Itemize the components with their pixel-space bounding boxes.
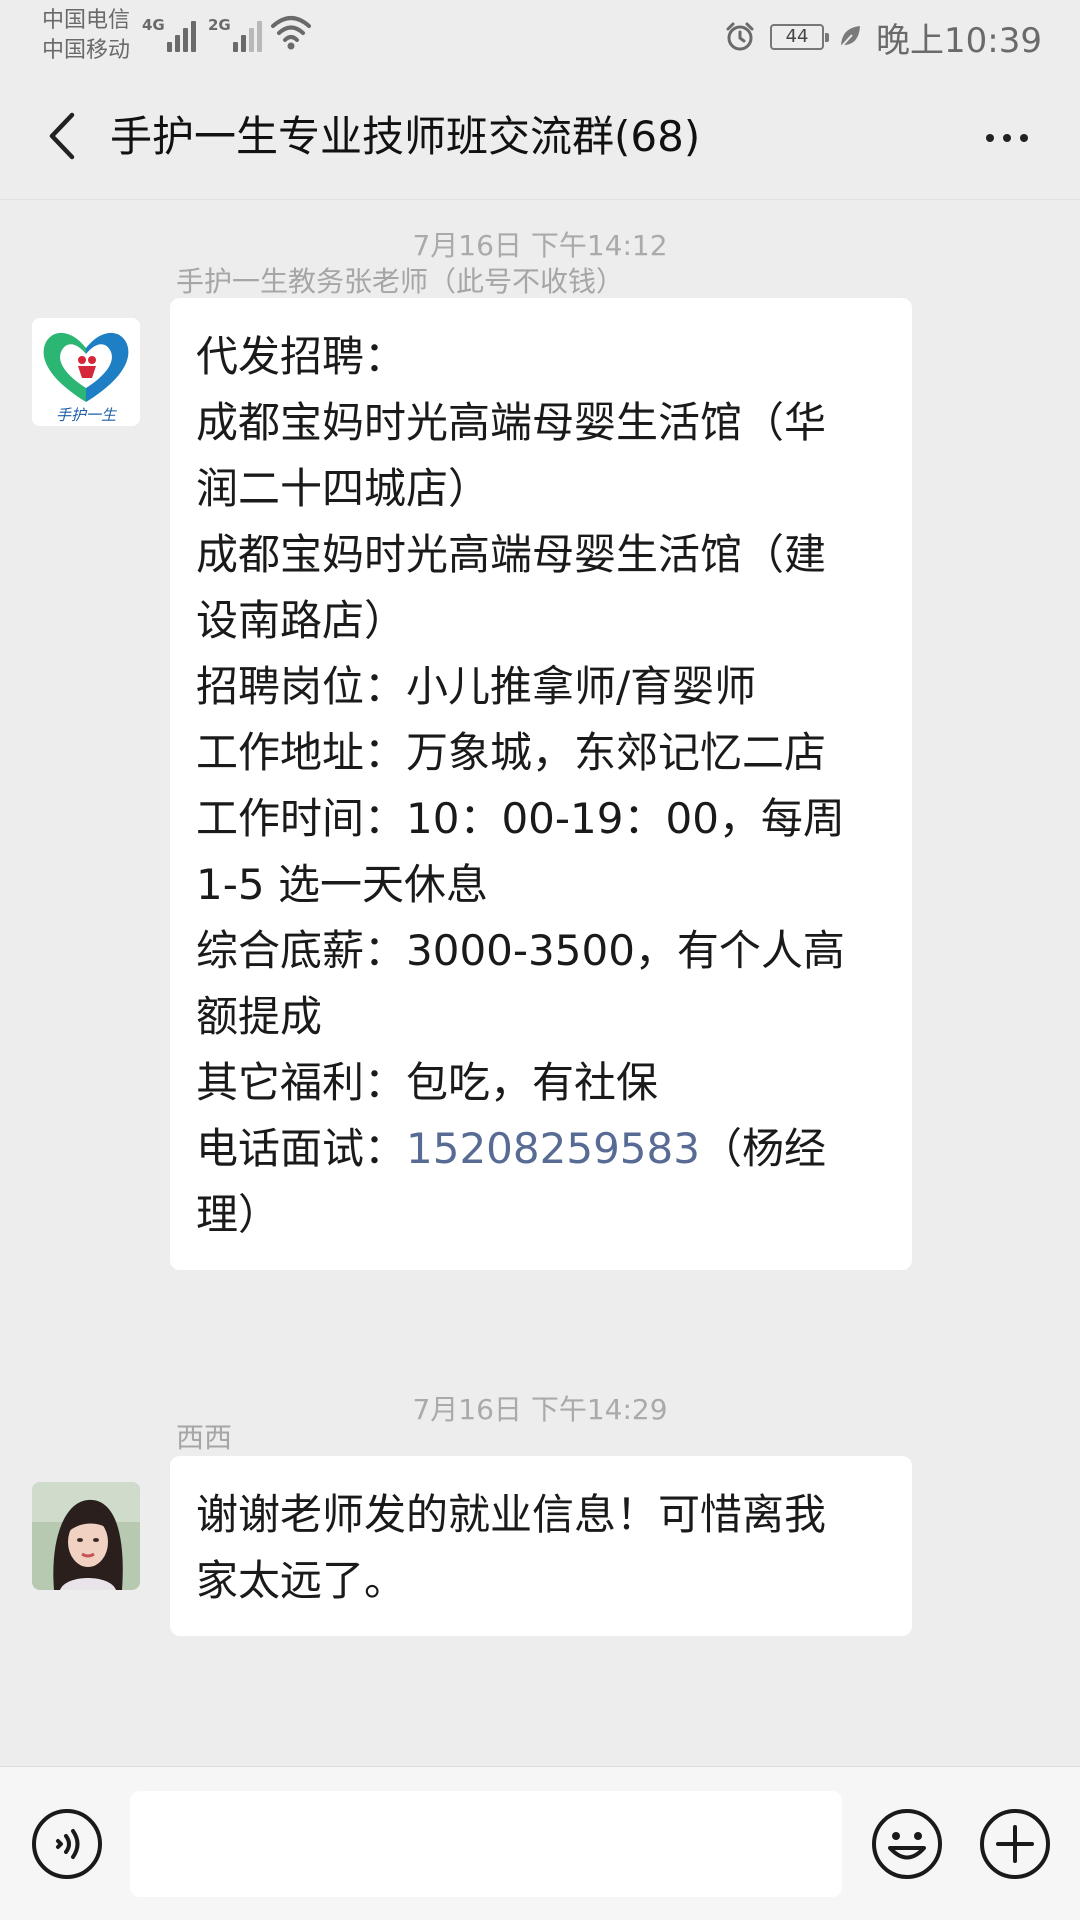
- logo-icon: 手护一生: [32, 318, 140, 426]
- message-line: 招聘岗位：小儿推拿师/育婴师: [196, 662, 757, 711]
- user-photo-icon: [32, 1482, 140, 1590]
- message-line: 成都宝妈时光高端母婴生活馆（建: [196, 530, 827, 579]
- message-line: 设南路店）: [196, 596, 407, 645]
- message-line: 成都宝妈时光高端母婴生活馆（华: [196, 398, 827, 447]
- message-timestamp: 7月16日 下午14:12: [412, 229, 668, 262]
- network-type-1: 4G: [142, 16, 165, 34]
- more-dot-icon: [1003, 134, 1011, 142]
- input-bar: [0, 1766, 1080, 1920]
- message-line: 谢谢老师发的就业信息！可惜离我: [196, 1490, 827, 1539]
- network-type-2: 2G: [208, 16, 231, 34]
- message-line: 润二十四城店）: [196, 464, 491, 513]
- status-bar: 中国电信 中国移动 4G 2G 44 晚上10:39: [0, 0, 1080, 76]
- carrier-2: 中国移动: [42, 38, 131, 63]
- back-button[interactable]: [30, 104, 94, 168]
- avatar[interactable]: [32, 1482, 140, 1590]
- sender-name: 西西: [176, 1421, 233, 1454]
- message-line: 额提成: [196, 992, 323, 1041]
- message-line: 工作时间：10：00-19：00，每周: [196, 794, 845, 843]
- message-line: 综合底薪：3000-3500，有个人高: [196, 926, 845, 975]
- clock: 晚上10:39: [876, 20, 1042, 61]
- carrier-info: 中国电信 中国移动: [42, 6, 130, 66]
- chat-header: 手护一生专业技师班交流群(68): [0, 76, 1080, 200]
- message-line: 理）: [196, 1190, 281, 1239]
- phone-label: 电话面试：: [196, 1124, 407, 1173]
- plus-icon: [980, 1809, 1050, 1879]
- signal-1-icon: 4G: [142, 16, 199, 52]
- avatar[interactable]: 手护一生: [32, 318, 140, 426]
- message-list[interactable]: 7月16日 下午14:12 手护一生 手护一生教务张老师（此号不收钱） 代发招聘…: [0, 200, 1080, 1766]
- message-line: 代发招聘：: [196, 332, 407, 381]
- more-dot-icon: [1020, 134, 1028, 142]
- message-line: 家太远了。: [196, 1556, 407, 1605]
- phone-line: 电话面试：15208259583（杨经: [196, 1116, 886, 1182]
- emoji-icon: [872, 1809, 942, 1879]
- sender-name: 手护一生教务张老师（此号不收钱）: [176, 265, 625, 298]
- logo-text: 手护一生: [56, 406, 117, 424]
- message-line: 其它福利：包吃，有社保: [196, 1058, 659, 1107]
- emoji-button[interactable]: [870, 1807, 944, 1881]
- voice-icon: [32, 1809, 102, 1879]
- message-timestamp: 7月16日 下午14:29: [412, 1393, 668, 1426]
- chevron-left-icon: [49, 112, 75, 160]
- signal-2-icon: 2G: [208, 16, 265, 52]
- chat-title: 手护一生专业技师班交流群(68): [110, 112, 701, 161]
- message-bubble[interactable]: 代发招聘： 成都宝妈时光高端母婴生活馆（华 润二十四城店） 成都宝妈时光高端母婴…: [170, 298, 912, 1270]
- phone-suffix: （杨经: [699, 1124, 826, 1173]
- leaf-icon: [840, 26, 861, 48]
- carrier-1: 中国电信: [42, 8, 131, 33]
- message-line: 1-5 选一天休息: [196, 860, 488, 909]
- wifi-icon: [271, 16, 311, 50]
- more-options-button[interactable]: [972, 110, 1042, 166]
- battery-icon: 44: [770, 24, 830, 50]
- message-line: 工作地址：万象城，东郊记忆二店: [196, 728, 827, 777]
- voice-button[interactable]: [30, 1807, 104, 1881]
- battery-level: 44: [785, 26, 809, 47]
- message-bubble[interactable]: 谢谢老师发的就业信息！可惜离我 家太远了。: [170, 1456, 912, 1636]
- phone-link[interactable]: 15208259583: [406, 1124, 700, 1173]
- message-input[interactable]: [130, 1791, 842, 1897]
- alarm-icon: [726, 22, 754, 51]
- more-dot-icon: [986, 134, 994, 142]
- more-functions-button[interactable]: [978, 1807, 1052, 1881]
